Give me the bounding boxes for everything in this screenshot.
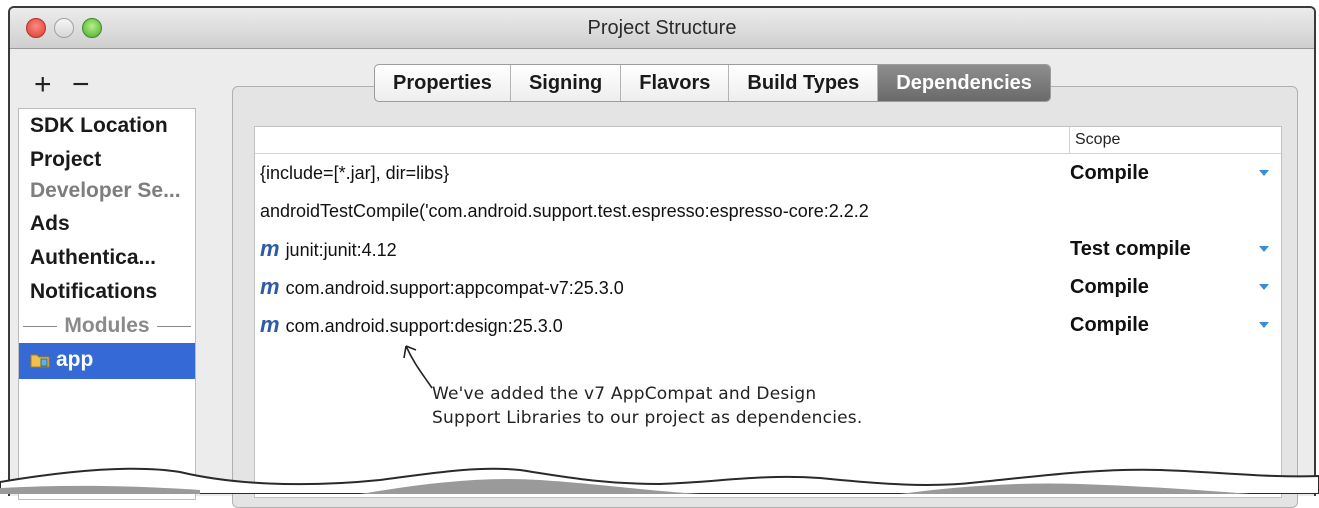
scope-value[interactable]: Compile [1070, 268, 1149, 306]
title-bar: Project Structure [10, 8, 1314, 49]
dependency-name: com.android.support:design:25.3.0 [285, 316, 563, 336]
tab-properties[interactable]: Properties [375, 65, 511, 101]
dependency-name-cell: m com.android.support:appcompat-v7:25.3.0 [260, 268, 1088, 307]
table-header: Scope [255, 127, 1281, 154]
scope-dropdown-arrow-icon[interactable] [1259, 170, 1269, 176]
scope-value[interactable]: Test compile [1070, 230, 1191, 268]
table-row[interactable]: m com.android.support:appcompat-v7:25.3.0… [255, 268, 1281, 306]
table-row[interactable]: {include=[*.jar], dir=libs} Compile [255, 154, 1281, 192]
window-title: Project Structure [587, 17, 737, 39]
dependency-name: com.android.support:appcompat-v7:25.3.0 [285, 278, 624, 298]
maven-library-icon: m [260, 236, 280, 261]
scope-dropdown-arrow-icon[interactable] [1259, 246, 1269, 252]
dependency-name: androidTestCompile('com.android.support.… [260, 201, 869, 221]
annotation-note: We've added the v7 AppCompat and Design … [432, 382, 862, 430]
scope-dropdown-arrow-icon[interactable] [1259, 284, 1269, 290]
sidebar-item-ads[interactable]: Ads [19, 207, 195, 241]
torn-edge-decoration [0, 467, 1319, 494]
sidebar-item-project[interactable]: Project [19, 143, 195, 177]
tab-dependencies[interactable]: Dependencies [878, 65, 1050, 101]
add-button[interactable]: + [34, 70, 52, 100]
tab-build-types[interactable]: Build Types [729, 65, 879, 101]
dependency-name: {include=[*.jar], dir=libs} [260, 163, 450, 183]
tab-bar: Properties Signing Flavors Build Types D… [374, 64, 1051, 102]
tab-signing[interactable]: Signing [511, 65, 622, 101]
dependency-name: junit:junit:4.12 [285, 240, 397, 260]
module-folder-icon [30, 352, 50, 368]
table-row[interactable]: androidTestCompile('com.android.support.… [255, 192, 1281, 230]
sidebar-item-developer-services: Developer Se... [30, 179, 181, 202]
remove-button[interactable]: − [72, 70, 90, 100]
sidebar-item-authentication[interactable]: Authentica... [19, 241, 195, 275]
maven-library-icon: m [260, 274, 280, 299]
sidebar-item-notifications[interactable]: Notifications [19, 275, 195, 309]
dependencies-table: Scope {include=[*.jar], dir=libs} Compil… [254, 126, 1282, 498]
scope-value[interactable]: Compile [1070, 154, 1149, 192]
maven-library-icon: m [260, 312, 280, 337]
modules-separator: Modules [19, 309, 195, 343]
scope-dropdown-arrow-icon[interactable] [1259, 322, 1269, 328]
dependency-name-cell: m com.android.support:design:25.3.0 [260, 306, 1088, 345]
dependency-name-cell: m junit:junit:4.12 [260, 230, 1088, 269]
sidebar-item-sdk-location[interactable]: SDK Location [19, 109, 195, 143]
sidebar: SDK Location Project Developer Se... Ads… [18, 108, 196, 500]
sidebar-item-app-module[interactable]: app [19, 343, 195, 379]
module-label: app [56, 348, 94, 371]
table-row[interactable]: m junit:junit:4.12 Test compile [255, 230, 1281, 268]
annotation-line-2: Support Libraries to our project as depe… [432, 408, 863, 428]
annotation-line-1: We've added the v7 AppCompat and Design [432, 384, 817, 404]
table-row[interactable]: m com.android.support:design:25.3.0 Compi… [255, 306, 1281, 344]
scope-column-header[interactable]: Scope [1069, 127, 1120, 153]
tab-flavors[interactable]: Flavors [621, 65, 730, 101]
scope-value[interactable]: Compile [1070, 306, 1149, 344]
